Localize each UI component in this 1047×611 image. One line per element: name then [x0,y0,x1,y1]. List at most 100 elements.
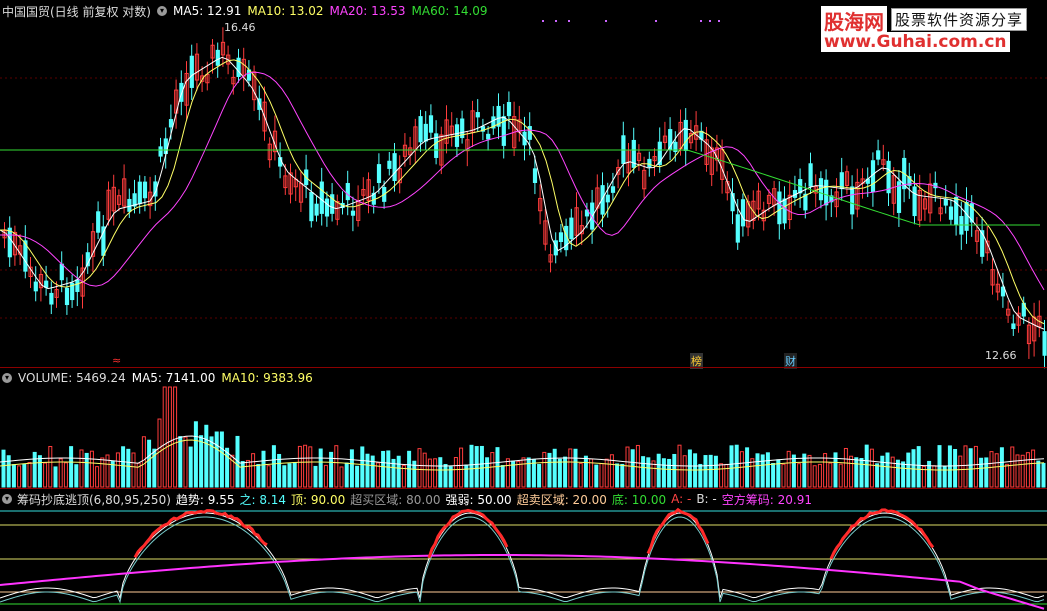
candle-body [138,182,141,203]
volume-bar [808,455,811,487]
volume-bar [543,452,546,487]
volume-bar [335,446,338,487]
volume-bar [818,464,821,487]
short-chips-line [0,555,1044,609]
candle-body [424,124,427,141]
volume-bar [486,458,489,487]
volume-bar [387,451,390,487]
candle-body [1043,332,1046,356]
volume-bar [304,445,307,487]
volume-bar [418,449,421,487]
volume-bar [314,466,317,487]
volume-bar [1011,447,1014,487]
candle-body [741,200,744,226]
volume-bar [210,437,213,487]
volume-bar [12,465,15,487]
volume-bar [642,457,645,487]
volume-bar [33,452,36,487]
volume-bar [787,451,790,487]
volume-bar [70,447,73,487]
volume-bar [179,437,182,487]
volume-bar [1000,448,1003,487]
volume-bar [1026,453,1029,487]
chevron-down-icon[interactable]: ▾ [2,494,12,504]
volume-bar [288,464,291,487]
volume-bar [460,448,463,487]
volume-bar [631,450,634,487]
volume-bar [538,464,541,487]
candle-body [169,120,172,127]
volume-bar [59,459,62,487]
volume-bar [683,456,686,487]
volume-bar [246,460,249,487]
volume-bar [496,448,499,487]
volume-bar [205,425,208,487]
volume-bar [662,459,665,487]
volume-bar [990,452,993,487]
volume-bar [595,465,598,487]
candle-body [45,281,48,287]
volume-bar [465,465,468,487]
signal-dot [568,20,570,22]
trend-label: 趋势: 9.55 [176,491,235,508]
volume-bar [881,456,884,487]
volume-bar [969,449,972,487]
candle-body [533,169,536,183]
volume-bar [454,458,457,487]
volume-bar [756,454,759,487]
candle-body [325,199,328,216]
candle-body [159,147,162,156]
volume-bar [122,447,125,487]
volume-bar [688,450,691,487]
high-price-label: 16.46 [224,21,256,34]
volume-bar [995,454,998,487]
candle-body [388,161,391,168]
candle-body [783,199,786,223]
volume-bar [782,464,785,487]
candle-body [507,103,510,116]
event-marker-left[interactable]: ≈ [112,354,121,367]
signal-dot [555,20,557,22]
candle-body [944,199,947,205]
volume-bar [813,466,816,487]
volume-bar [1032,450,1035,487]
stock-chart[interactable] [0,0,1047,611]
candle-body [487,134,490,139]
volume-bar [340,467,343,487]
volume-ma10-label: MA10: 9383.96 [221,371,312,385]
volume-bar [839,464,842,487]
candle-body [476,113,479,117]
candle-body [97,212,100,232]
volume-bar [948,446,951,487]
zhi-label: 之: 8.14 [239,491,286,508]
volume-bar [933,466,936,487]
short-chips-label: 空方筹码: 20.91 [722,491,812,508]
volume-bar [959,456,962,487]
volume-bar [766,453,769,487]
candle-body [606,195,609,202]
strength-label: 强弱: 50.00 [445,491,511,508]
candle-body [877,151,880,159]
volume-bar [168,387,171,487]
candle-body [419,117,422,142]
volume-bar [241,462,244,487]
chevron-down-icon[interactable]: ▾ [2,373,12,383]
volume-bar [272,446,275,487]
volume-bar [324,465,327,487]
volume-ma5-label: MA5: 7141.00 [132,371,216,385]
volume-bar [428,459,431,487]
volume-bar [163,387,166,487]
volume-bar [382,451,385,487]
volume-bar [1037,461,1040,487]
overbought-label: 超买区域: 80.00 [350,491,440,508]
volume-bar [371,456,374,487]
volume-bar [28,462,31,487]
signal-dot [718,20,720,22]
candle-body [351,211,354,215]
candle-body [216,50,219,65]
low-price-label: 12.66 [985,349,1017,362]
volume-bar [132,453,135,487]
candle-body [840,173,843,189]
candle-body [310,192,313,220]
indicator-name[interactable]: 筹码抄底逃顶(6,80,95,250) [17,491,171,508]
